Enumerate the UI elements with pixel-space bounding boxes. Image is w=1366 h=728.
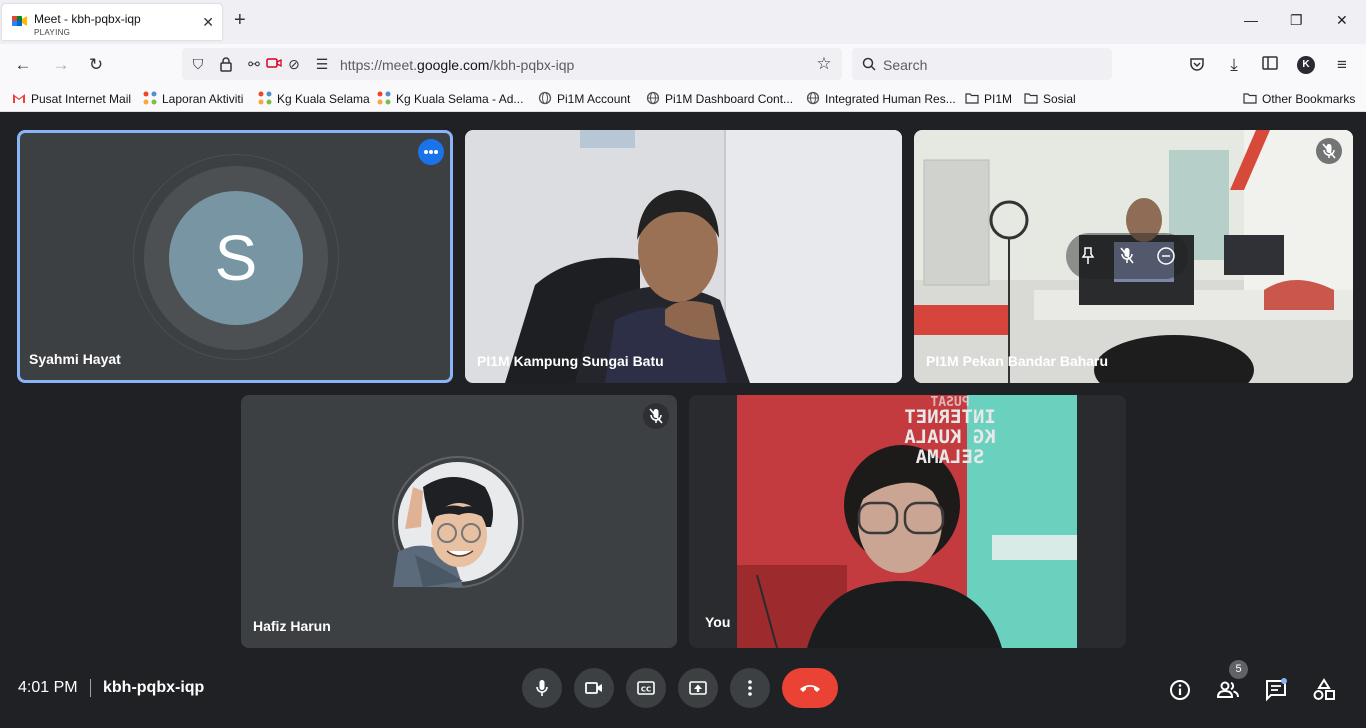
participant-tile-hafiz[interactable]: Hafiz Harun	[241, 395, 677, 648]
current-time: 4:01 PM	[18, 679, 78, 696]
microphone-icon	[536, 680, 548, 696]
restore-icon[interactable]: ❐	[1290, 12, 1303, 29]
participant-name: PI1M Kampung Sungai Batu	[477, 353, 664, 369]
new-tab-icon[interactable]: +	[234, 10, 246, 30]
participant-muted-icon	[643, 403, 669, 429]
joomla-icon	[143, 91, 157, 105]
sidebar-icon[interactable]	[1261, 56, 1279, 74]
reload-icon[interactable]: ↻	[87, 56, 105, 74]
participant-video	[465, 130, 902, 383]
folder-icon	[965, 93, 979, 104]
participant-name: PI1M Pekan Bandar Baharu	[926, 353, 1109, 369]
participant-tile-you[interactable]: PUSAT INTERNET KG KUALA SELAMA You	[689, 395, 1126, 648]
meeting-details-icon[interactable]	[1168, 678, 1192, 702]
svg-text:CC: CC	[641, 686, 651, 694]
downloads-icon[interactable]: ⤓	[1225, 56, 1243, 74]
back-icon[interactable]: ←	[14, 56, 32, 74]
microphone-button[interactable]	[522, 668, 562, 708]
bookmark-item[interactable]: Kg Kuala Selama - Ad...	[377, 91, 523, 107]
participant-tile-kampung-sungai-batu[interactable]: PI1M Kampung Sungai Batu	[465, 130, 902, 383]
gmail-icon	[13, 94, 25, 103]
tab-strip: Meet - kbh-pqbx-iqp PLAYING ✕ + — ❐ ✕	[0, 0, 1366, 44]
shield-icon[interactable]: ⛉	[190, 56, 206, 72]
avatar	[393, 462, 518, 587]
meeting-code: kbh-pqbx-iqp	[103, 679, 205, 696]
present-screen-button[interactable]	[678, 668, 718, 708]
more-options-icon[interactable]	[418, 139, 444, 165]
wall-poster-text: PUSAT INTERNET KG KUALA SELAMA	[904, 395, 996, 468]
bookmarks-toolbar: Pusat Internet Mail Laporan Aktiviti Kg …	[0, 86, 1366, 112]
bookmark-item[interactable]: Kg Kuala Selama	[258, 91, 370, 107]
minimize-icon[interactable]: —	[1244, 12, 1258, 28]
search-icon	[862, 57, 876, 71]
leave-call-button[interactable]	[782, 668, 838, 708]
url-text[interactable]: https://meet.google.com/kbh-pqbx-iqp	[340, 57, 574, 73]
mute-participant-icon[interactable]	[1115, 244, 1139, 268]
joomla-icon	[258, 91, 272, 105]
bookmark-star-icon[interactable]: ☆	[816, 55, 832, 72]
activities-icon[interactable]	[1312, 678, 1336, 702]
tile-hover-controls	[1066, 233, 1188, 279]
globe-icon	[538, 91, 552, 105]
google-meet-icon	[12, 16, 27, 26]
globe-icon	[806, 91, 820, 105]
search-bar[interactable]: Search	[852, 48, 1112, 80]
globe-icon	[646, 91, 660, 105]
folder-icon	[1243, 93, 1257, 104]
permissions-icon[interactable]: ⚯	[246, 56, 262, 72]
divider	[90, 679, 91, 697]
people-count-badge: 5	[1229, 660, 1248, 679]
menu-icon[interactable]: ≡	[1333, 56, 1351, 74]
close-window-icon[interactable]: ✕	[1336, 12, 1348, 29]
pocket-icon[interactable]	[1188, 56, 1206, 74]
profile-avatar[interactable]: K	[1297, 56, 1315, 74]
bookmark-item[interactable]: Pi1M Account	[538, 91, 630, 107]
camera-icon	[585, 682, 602, 694]
bookmark-item[interactable]: Laporan Aktiviti	[143, 91, 243, 107]
participant-tile-pekan-bandar-baharu[interactable]: PI1M Pekan Bandar Baharu	[914, 130, 1353, 383]
avatar: S	[169, 191, 303, 325]
autoplay-blocked-icon[interactable]: ⊘	[286, 56, 302, 72]
participant-name: Syahmi Hayat	[29, 351, 121, 367]
lock-icon[interactable]	[218, 56, 234, 72]
bookmark-folder[interactable]: Sosial	[1024, 91, 1076, 107]
bookmark-item[interactable]: Integrated Human Res...	[806, 91, 956, 107]
bookmark-folder[interactable]: PI1M	[965, 91, 1012, 107]
meeting-control-bar: 4:01 PM kbh-pqbx-iqp CC 5	[0, 648, 1366, 728]
hang-up-icon	[800, 685, 820, 692]
camera-active-icon[interactable]	[266, 56, 282, 72]
forward-icon[interactable]: →	[52, 56, 70, 74]
captions-button[interactable]: CC	[626, 668, 666, 708]
people-icon[interactable]	[1216, 678, 1240, 702]
tab-title: Meet - kbh-pqbx-iqp	[34, 12, 141, 26]
other-bookmarks[interactable]: Other Bookmarks	[1243, 91, 1355, 107]
more-vert-icon	[748, 680, 752, 696]
participant-name: You	[705, 614, 731, 630]
participant-name: Hafiz Harun	[253, 618, 331, 634]
tab-meet[interactable]: Meet - kbh-pqbx-iqp PLAYING ✕	[2, 4, 222, 40]
tab-playing-status: PLAYING	[34, 28, 71, 37]
folder-icon	[1024, 93, 1038, 104]
search-placeholder: Search	[883, 57, 928, 73]
participant-tile-syahmi[interactable]: S Syahmi Hayat	[17, 130, 453, 383]
bookmark-item[interactable]: Pusat Internet Mail	[12, 91, 131, 107]
joomla-icon	[377, 91, 391, 105]
navigation-toolbar: ← → ↻ ⛉ ⚯ ⊘ ☰ https://meet.google.com/kb…	[0, 44, 1366, 86]
pin-icon[interactable]	[1076, 244, 1100, 268]
participant-muted-icon	[1316, 138, 1342, 164]
more-options-button[interactable]	[730, 668, 770, 708]
bookmark-item[interactable]: Pi1M Dashboard Cont...	[646, 91, 793, 107]
camera-button[interactable]	[574, 668, 614, 708]
close-tab-icon[interactable]: ✕	[202, 14, 214, 31]
present-screen-icon	[689, 681, 707, 695]
chat-icon[interactable]	[1264, 678, 1288, 702]
captions-icon: CC	[637, 681, 655, 695]
remove-participant-icon[interactable]	[1154, 244, 1178, 268]
url-bar[interactable]: ⛉ ⚯ ⊘ ☰ https://meet.google.com/kbh-pqbx…	[182, 48, 842, 80]
reader-view-icon[interactable]: ☰	[314, 56, 330, 72]
